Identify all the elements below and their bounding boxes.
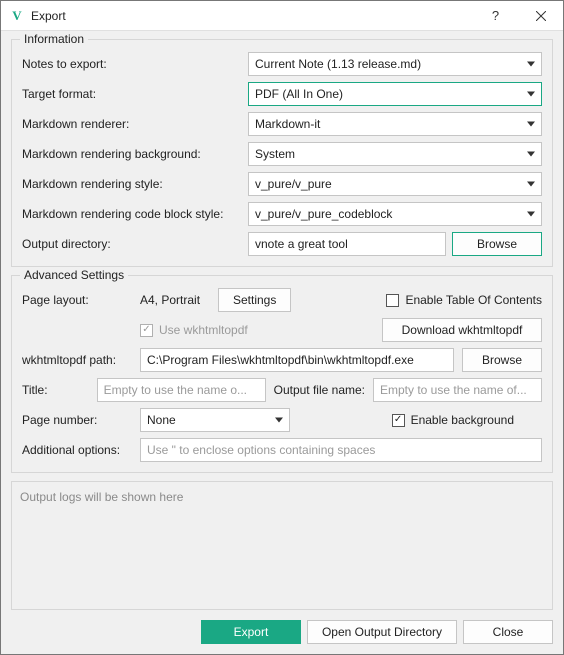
output-directory-input[interactable] xyxy=(248,232,446,256)
output-file-name-input[interactable] xyxy=(373,378,542,402)
rendering-background-select[interactable]: System xyxy=(248,142,542,166)
chevron-down-icon xyxy=(527,92,535,97)
rendering-background-label: Markdown rendering background: xyxy=(22,147,248,161)
close-button[interactable]: Close xyxy=(463,620,553,644)
chevron-down-icon xyxy=(527,152,535,157)
chevron-down-icon xyxy=(527,122,535,127)
titlebar: V Export ? xyxy=(1,1,563,31)
enable-background-checkbox[interactable]: ✓ Enable background xyxy=(392,413,514,427)
rendering-style-select[interactable]: v_pure/v_pure xyxy=(248,172,542,196)
checkbox-box-icon: ✓ xyxy=(392,414,405,427)
app-icon: V xyxy=(9,8,25,24)
target-format-select[interactable]: PDF (All In One) xyxy=(248,82,542,106)
help-button[interactable]: ? xyxy=(473,1,518,31)
output-file-name-label: Output file name: xyxy=(274,383,365,397)
page-number-value: None xyxy=(147,413,176,427)
target-format-value: PDF (All In One) xyxy=(255,87,343,101)
markdown-renderer-value: Markdown-it xyxy=(255,117,320,131)
information-legend: Information xyxy=(20,32,88,46)
output-directory-label: Output directory: xyxy=(22,237,248,251)
use-wkhtmltopdf-checkbox: ✓ Use wkhtmltopdf xyxy=(140,323,248,337)
chevron-down-icon xyxy=(527,212,535,217)
additional-options-label: Additional options: xyxy=(22,443,132,457)
checkbox-box-icon: ✓ xyxy=(140,324,153,337)
markdown-renderer-select[interactable]: Markdown-it xyxy=(248,112,542,136)
codeblock-style-value: v_pure/v_pure_codeblock xyxy=(255,207,392,221)
rendering-style-label: Markdown rendering style: xyxy=(22,177,248,191)
window-title: Export xyxy=(31,9,473,23)
advanced-settings-legend: Advanced Settings xyxy=(20,268,128,282)
codeblock-style-select[interactable]: v_pure/v_pure_codeblock xyxy=(248,202,542,226)
codeblock-style-label: Markdown rendering code block style: xyxy=(22,207,248,221)
output-logs-placeholder: Output logs will be shown here xyxy=(20,490,183,504)
wkhtmltopdf-path-label: wkhtmltopdf path: xyxy=(22,353,132,367)
markdown-renderer-label: Markdown renderer: xyxy=(22,117,248,131)
chevron-down-icon xyxy=(527,62,535,67)
chevron-down-icon xyxy=(527,182,535,187)
notes-to-export-select[interactable]: Current Note (1.13 release.md) xyxy=(248,52,542,76)
advanced-settings-group: Advanced Settings Page layout: A4, Portr… xyxy=(11,275,553,473)
download-wkhtmltopdf-button[interactable]: Download wkhtmltopdf xyxy=(382,318,542,342)
use-wkhtmltopdf-label: Use wkhtmltopdf xyxy=(159,323,248,337)
wkhtmltopdf-browse-button[interactable]: Browse xyxy=(462,348,542,372)
open-output-directory-button[interactable]: Open Output Directory xyxy=(307,620,457,644)
enable-toc-checkbox[interactable]: Enable Table Of Contents xyxy=(386,293,542,307)
page-number-label: Page number: xyxy=(22,413,132,427)
close-icon xyxy=(536,11,546,21)
page-layout-value: A4, Portrait xyxy=(140,293,210,307)
enable-toc-label: Enable Table Of Contents xyxy=(405,293,542,307)
page-number-select[interactable]: None xyxy=(140,408,290,432)
additional-options-input[interactable] xyxy=(140,438,542,462)
export-dialog: V Export ? Information Notes to export: … xyxy=(0,0,564,655)
notes-to-export-value: Current Note (1.13 release.md) xyxy=(255,57,421,71)
information-group: Information Notes to export: Current Not… xyxy=(11,39,553,267)
wkhtmltopdf-path-input[interactable] xyxy=(140,348,454,372)
rendering-style-value: v_pure/v_pure xyxy=(255,177,332,191)
title-label: Title: xyxy=(22,383,89,397)
output-logs[interactable]: Output logs will be shown here xyxy=(11,481,553,610)
chevron-down-icon xyxy=(275,418,283,423)
close-window-button[interactable] xyxy=(518,1,563,31)
page-layout-label: Page layout: xyxy=(22,293,132,307)
title-input[interactable] xyxy=(97,378,266,402)
output-directory-browse-button[interactable]: Browse xyxy=(452,232,542,256)
rendering-background-value: System xyxy=(255,147,295,161)
enable-background-label: Enable background xyxy=(411,413,514,427)
checkbox-box-icon xyxy=(386,294,399,307)
target-format-label: Target format: xyxy=(22,87,248,101)
footer-buttons: Export Open Output Directory Close xyxy=(11,610,553,644)
export-button[interactable]: Export xyxy=(201,620,301,644)
page-layout-settings-button[interactable]: Settings xyxy=(218,288,291,312)
notes-to-export-label: Notes to export: xyxy=(22,57,248,71)
